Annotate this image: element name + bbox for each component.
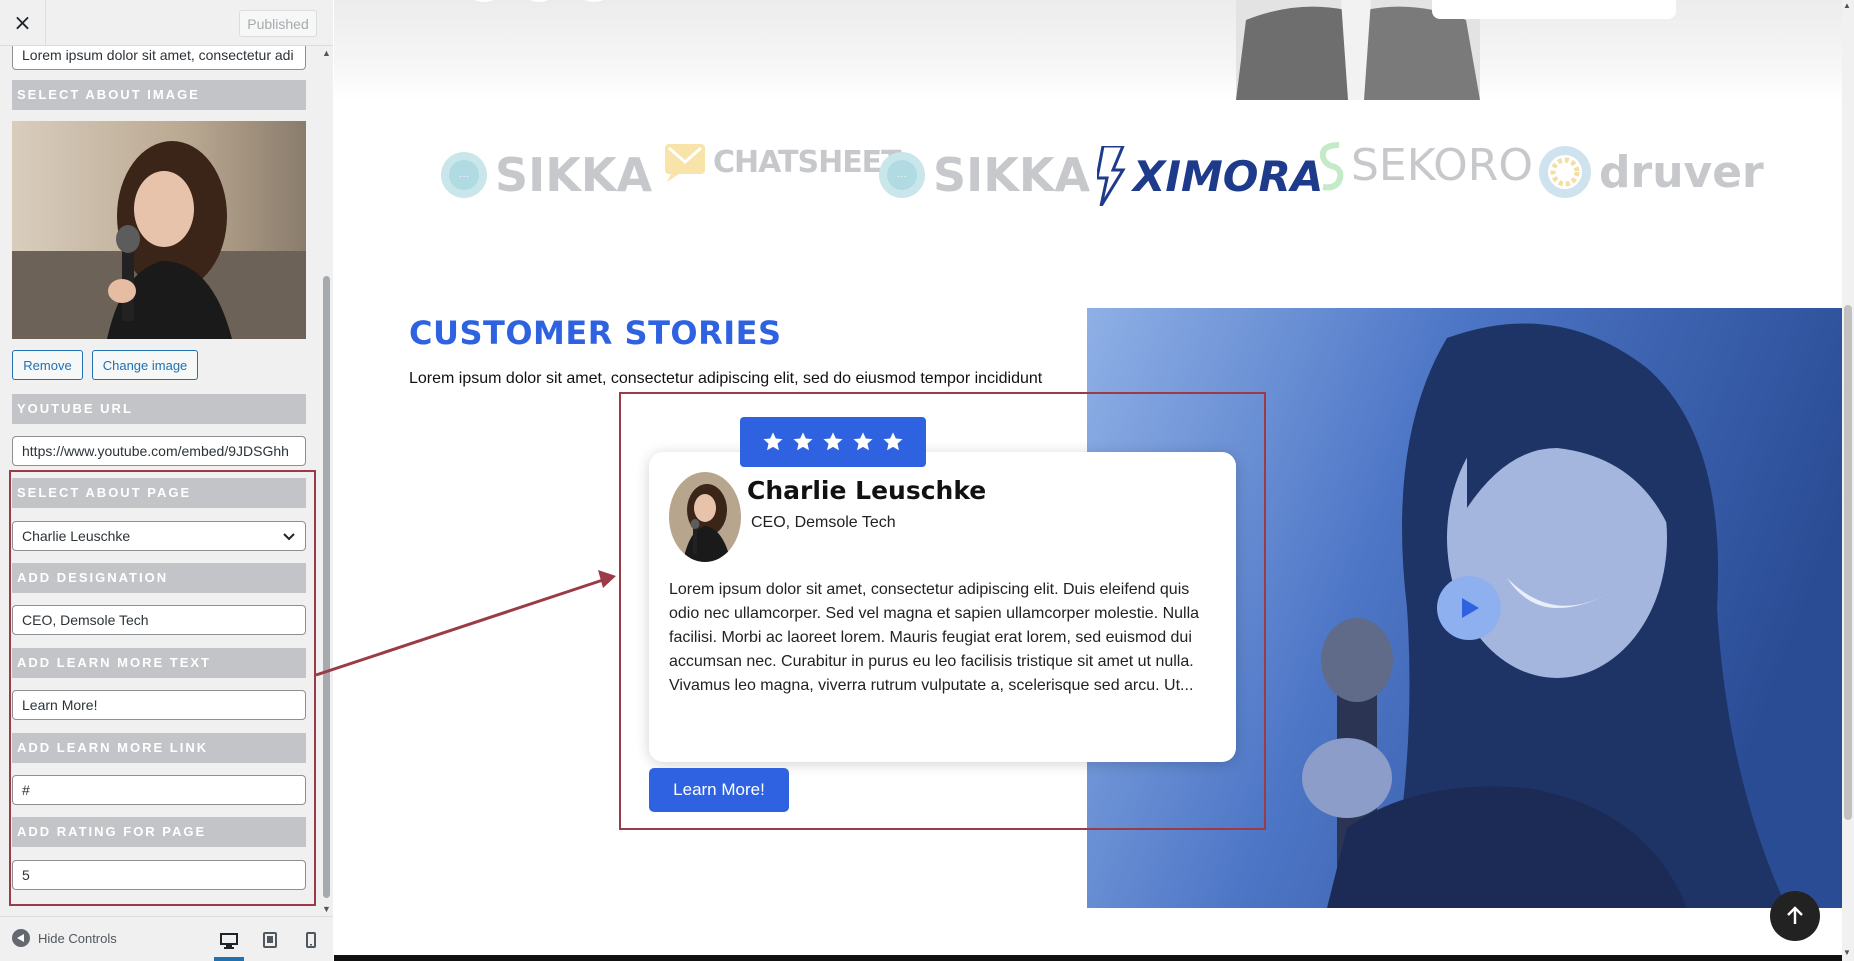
sekoro-icon <box>1319 141 1344 190</box>
svg-text:···: ··· <box>897 171 907 182</box>
logo-text: SIKKA <box>495 148 653 202</box>
scroll-up-icon[interactable]: ▲ <box>1843 1 1851 10</box>
logo-sikka-2: ··· SIKKA <box>877 148 1090 202</box>
client-logos-row: ··· SIKKA CHATSHEET ··· SIKKA XIMORA SEK… <box>334 140 1854 220</box>
hero-decorative-circles <box>474 0 604 2</box>
logo-druver: druver <box>1537 144 1764 200</box>
svg-text:···: ··· <box>459 171 469 182</box>
highlight-box-controls <box>9 470 316 906</box>
about-image-photo <box>12 121 306 339</box>
mobile-icon <box>306 932 316 948</box>
logo-text: SEKORO <box>1351 140 1534 191</box>
logo-sikka-1: ··· SIKKA <box>439 148 652 202</box>
sikka-icon: ··· <box>441 152 487 198</box>
collapse-arrow-icon <box>12 929 30 947</box>
ximora-icon <box>1097 146 1126 206</box>
preview-desktop-button[interactable] <box>214 925 244 961</box>
page-scroll-thumb[interactable] <box>1844 305 1852 820</box>
change-image-button[interactable]: Change image <box>92 350 198 380</box>
preview-mobile-button[interactable] <box>296 925 326 955</box>
play-icon <box>1462 598 1479 618</box>
scroll-down-icon[interactable]: ▼ <box>1843 948 1851 957</box>
preview-tablet-button[interactable] <box>255 925 285 955</box>
page-scrollbar[interactable]: ▲ ▼ <box>1842 0 1854 961</box>
about-image-preview[interactable] <box>12 121 306 339</box>
hide-controls-button[interactable]: Hide Controls <box>12 929 117 947</box>
hero-floating-card <box>1432 0 1676 19</box>
hide-controls-label: Hide Controls <box>38 930 117 946</box>
youtube-url-input[interactable]: https://www.youtube.com/embed/9JDSGhh <box>12 436 306 466</box>
logo-text: SIKKA <box>933 148 1091 202</box>
close-customizer-button[interactable]: × <box>0 0 46 46</box>
logo-text: druver <box>1599 146 1764 198</box>
druver-icon <box>1539 146 1591 198</box>
tablet-icon <box>263 932 277 948</box>
desktop-icon <box>220 933 238 949</box>
text-input-top[interactable]: Lorem ipsum dolor sit amet, consectetur … <box>12 46 306 70</box>
highlight-box-story <box>619 392 1266 830</box>
arrow-up-icon <box>1787 906 1803 924</box>
youtube-url-heading: YOUTUBE URL <box>12 394 306 424</box>
sidebar-header: × Published <box>0 0 333 46</box>
sidebar-footer: Hide Controls <box>0 916 333 961</box>
select-about-image-heading: SELECT ABOUT IMAGE <box>12 80 306 110</box>
scroll-down-icon[interactable]: ▼ <box>322 904 331 914</box>
hero-section-bottom <box>334 0 1854 100</box>
logo-text: CHATSHEET <box>713 144 902 180</box>
remove-image-button[interactable]: Remove <box>12 350 83 380</box>
back-to-top-button[interactable] <box>1770 891 1820 941</box>
section-title: CUSTOMER STORIES <box>409 314 782 352</box>
section-description: Lorem ipsum dolor sit amet, consectetur … <box>409 370 1043 387</box>
scroll-up-icon[interactable]: ▲ <box>322 48 331 58</box>
logo-text: XIMORA <box>1133 151 1324 201</box>
footer-strip <box>334 955 1842 961</box>
play-video-button[interactable] <box>1437 576 1501 640</box>
sidebar-scroll-thumb[interactable] <box>323 276 330 898</box>
logo-chatsheet: CHATSHEET <box>663 142 902 182</box>
published-button[interactable]: Published <box>239 10 317 37</box>
logo-ximora: XIMORA <box>1097 146 1323 206</box>
sidebar-scrollbar[interactable]: ▲ ▼ <box>320 46 333 916</box>
sikka-icon: ··· <box>879 152 925 198</box>
chatsheet-icon <box>665 144 705 182</box>
logo-sekoro: SEKORO <box>1317 140 1533 191</box>
